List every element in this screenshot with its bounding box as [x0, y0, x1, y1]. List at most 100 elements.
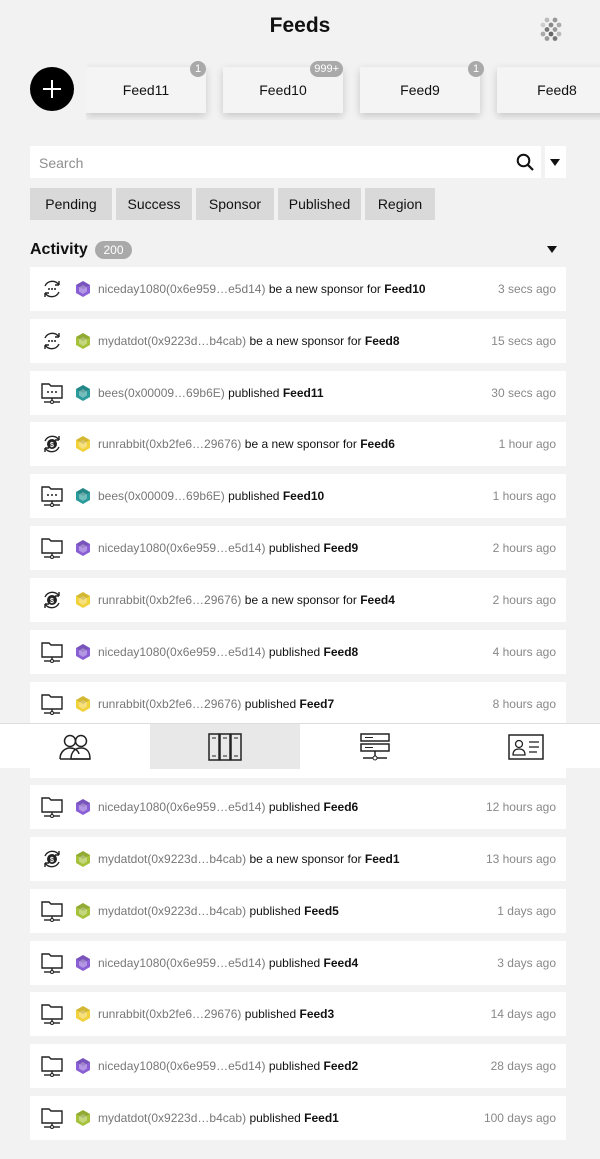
tab-community[interactable] [0, 724, 150, 769]
activity-action: be a new sponsor for [249, 852, 362, 866]
publish-icon [41, 1107, 63, 1129]
activity-user[interactable]: niceday1080(0x6e959…e5d14) [98, 282, 265, 296]
search-input[interactable] [30, 146, 541, 178]
avatar[interactable] [74, 954, 92, 972]
tab-servers[interactable] [300, 724, 450, 769]
filter-chip-published[interactable]: Published [278, 188, 361, 220]
activity-user[interactable]: niceday1080(0x6e959…e5d14) [98, 541, 265, 555]
publish-icon [41, 641, 63, 663]
avatar[interactable] [74, 384, 92, 402]
activity-user[interactable]: runrabbit(0xb2fe6…29676) [98, 1007, 241, 1021]
search-dropdown-button[interactable] [545, 146, 566, 178]
activity-row[interactable]: bees(0x00009…69b6E) published Feed10 1 ho… [30, 474, 566, 518]
activity-row[interactable]: $ mydatdot(0x9223d…b4cab) be a new sponso… [30, 837, 566, 881]
avatar[interactable] [74, 695, 92, 713]
activity-row[interactable]: niceday1080(0x6e959…e5d14) published Fee… [30, 630, 566, 674]
activity-user[interactable]: niceday1080(0x6e959…e5d14) [98, 800, 265, 814]
activity-row[interactable]: mydatdot(0x9223d…b4cab) published Feed5 1… [30, 889, 566, 933]
avatar[interactable] [74, 643, 92, 661]
avatar[interactable] [74, 850, 92, 868]
activity-user[interactable]: runrabbit(0xb2fe6…29676) [98, 593, 241, 607]
activity-row[interactable]: mydatdot(0x9223d…b4cab) be a new sponsor… [30, 319, 566, 363]
avatar[interactable] [74, 487, 92, 505]
activity-action: published [268, 645, 321, 659]
filter-chip-pending[interactable]: Pending [30, 188, 112, 220]
activity-feed[interactable]: Feed9 [324, 541, 359, 555]
activity-row[interactable]: $ runrabbit(0xb2fe6…29676) be a new spons… [30, 578, 566, 622]
chevron-down-icon[interactable] [547, 246, 557, 253]
avatar[interactable] [74, 1057, 92, 1075]
activity-feed[interactable]: Feed3 [300, 1007, 335, 1021]
filter-chip-region[interactable]: Region [365, 188, 435, 220]
publish-icon [41, 1003, 63, 1025]
activity-feed[interactable]: Feed8 [324, 645, 359, 659]
activity-feed[interactable]: Feed10 [384, 282, 425, 296]
avatar[interactable] [74, 332, 92, 350]
avatar[interactable] [74, 1005, 92, 1023]
publish-icon [41, 1055, 63, 1077]
activity-count-badge: 200 [95, 241, 132, 259]
activity-user[interactable]: niceday1080(0x6e959…e5d14) [98, 956, 265, 970]
activity-user[interactable]: bees(0x00009…69b6E) [98, 489, 225, 503]
activity-feed[interactable]: Feed2 [324, 1059, 359, 1073]
avatar[interactable] [74, 902, 92, 920]
activity-text: runrabbit(0xb2fe6…29676) published Feed3 [98, 992, 334, 1036]
search-icon[interactable] [516, 153, 534, 171]
avatar[interactable] [74, 280, 92, 298]
activity-user[interactable]: niceday1080(0x6e959…e5d14) [98, 645, 265, 659]
feed-card[interactable]: Feed9 1 [360, 61, 484, 113]
activity-row[interactable]: $ runrabbit(0xb2fe6…29676) be a new spons… [30, 422, 566, 466]
activity-time: 15 secs ago [491, 334, 556, 348]
activity-user[interactable]: bees(0x00009…69b6E) [98, 386, 225, 400]
avatar[interactable] [74, 539, 92, 557]
svg-text:$: $ [50, 442, 54, 449]
activity-row[interactable]: niceday1080(0x6e959…e5d14) be a new spon… [30, 267, 566, 311]
avatar[interactable] [74, 591, 92, 609]
activity-row[interactable]: niceday1080(0x6e959…e5d14) published Fee… [30, 1044, 566, 1088]
activity-feed[interactable]: Feed1 [304, 1111, 339, 1125]
activity-user[interactable]: niceday1080(0x6e959…e5d14) [98, 1059, 265, 1073]
activity-user[interactable]: mydatdot(0x9223d…b4cab) [98, 904, 246, 918]
activity-user[interactable]: runrabbit(0xb2fe6…29676) [98, 437, 241, 451]
activity-feed[interactable]: Feed8 [365, 334, 400, 348]
activity-text: mydatdot(0x9223d…b4cab) published Feed5 [98, 889, 339, 933]
filter-chip-sponsor[interactable]: Sponsor [196, 188, 274, 220]
feeds-strip: Feed11 1 Feed10 999+ Feed9 1 Feed8 [86, 60, 600, 120]
hexagon-grid-icon[interactable] [538, 16, 564, 42]
activity-feed[interactable]: Feed4 [360, 593, 395, 607]
activity-time: 2 hours ago [492, 593, 556, 607]
feed-card[interactable]: Feed8 [497, 67, 600, 113]
activity-row[interactable]: niceday1080(0x6e959…e5d14) published Fee… [30, 941, 566, 985]
avatar[interactable] [74, 435, 92, 453]
activity-user[interactable]: mydatdot(0x9223d…b4cab) [98, 334, 246, 348]
activity-feed[interactable]: Feed1 [365, 852, 400, 866]
activity-row[interactable]: bees(0x00009…69b6E) published Feed11 30 s… [30, 371, 566, 415]
add-feed-button[interactable] [30, 67, 74, 111]
avatar[interactable] [74, 1109, 92, 1127]
activity-feed[interactable]: Feed6 [360, 437, 395, 451]
tab-feeds[interactable] [150, 724, 300, 769]
filter-chip-success[interactable]: Success [116, 188, 192, 220]
activity-row[interactable]: niceday1080(0x6e959…e5d14) published Fee… [30, 526, 566, 570]
svg-text:$: $ [50, 598, 54, 605]
activity-text: niceday1080(0x6e959…e5d14) published Fee… [98, 630, 358, 674]
activity-feed[interactable]: Feed5 [304, 904, 339, 918]
activity-feed[interactable]: Feed6 [324, 800, 359, 814]
activity-feed[interactable]: Feed11 [283, 386, 324, 400]
activity-feed[interactable]: Feed10 [283, 489, 324, 503]
activity-row[interactable]: runrabbit(0xb2fe6…29676) published Feed3… [30, 992, 566, 1036]
avatar[interactable] [74, 798, 92, 816]
publish-icon [41, 693, 63, 715]
activity-feed[interactable]: Feed7 [300, 697, 335, 711]
activity-row[interactable]: niceday1080(0x6e959…e5d14) published Fee… [30, 785, 566, 829]
activity-row[interactable]: runrabbit(0xb2fe6…29676) published Feed7… [30, 682, 566, 726]
activity-feed[interactable]: Feed4 [324, 956, 359, 970]
feed-card[interactable]: Feed10 999+ [223, 61, 343, 113]
activity-user[interactable]: mydatdot(0x9223d…b4cab) [98, 852, 246, 866]
tab-profile[interactable] [450, 724, 600, 769]
activity-row[interactable]: mydatdot(0x9223d…b4cab) published Feed1 1… [30, 1096, 566, 1140]
feed-card[interactable]: Feed11 1 [86, 61, 206, 113]
activity-user[interactable]: mydatdot(0x9223d…b4cab) [98, 1111, 246, 1125]
activity-user[interactable]: runrabbit(0xb2fe6…29676) [98, 697, 241, 711]
publish-icon [41, 537, 63, 559]
